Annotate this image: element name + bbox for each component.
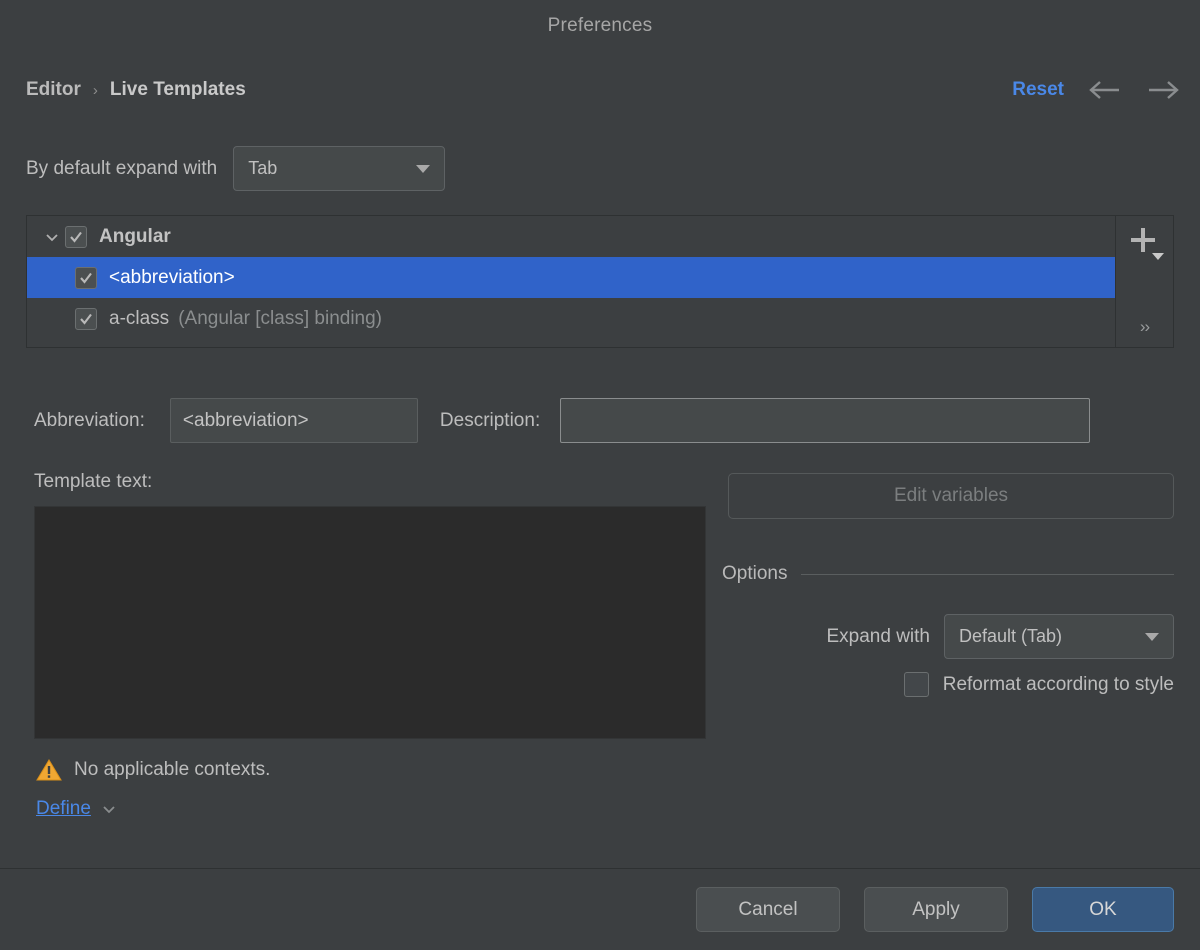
default-expand-select[interactable]: Tab xyxy=(233,146,445,191)
tree-row-label: a-class xyxy=(109,308,169,330)
chevron-down-icon[interactable] xyxy=(39,229,65,245)
reformat-checkbox[interactable] xyxy=(904,672,929,697)
template-text-label: Template text: xyxy=(34,471,152,493)
tree-row-description: (Angular [class] binding) xyxy=(178,308,382,330)
cancel-button[interactable]: Cancel xyxy=(696,887,840,932)
option-expand-with-value: Default (Tab) xyxy=(959,626,1135,647)
tree-row-label: <abbreviation> xyxy=(109,267,235,289)
arrow-left-icon[interactable] xyxy=(1088,73,1122,107)
template-text-editor[interactable] xyxy=(34,506,706,739)
option-expand-with-row: Expand with Default (Tab) xyxy=(722,614,1174,659)
tree-row-checkbox[interactable] xyxy=(75,267,97,289)
abbreviation-input[interactable]: <abbreviation> xyxy=(170,398,418,443)
dialog-title: Preferences xyxy=(548,15,653,37)
tree-row-checkbox[interactable] xyxy=(75,308,97,330)
tree-toolbar: ›› xyxy=(1115,216,1173,347)
abbreviation-description-row: Abbreviation: <abbreviation> Description… xyxy=(34,398,1174,443)
arrow-right-icon[interactable] xyxy=(1146,73,1180,107)
ok-button[interactable]: OK xyxy=(1032,887,1174,932)
define-context-row[interactable]: Define xyxy=(36,798,117,820)
toolbar-overflow-button[interactable]: ›› xyxy=(1140,318,1149,339)
default-expand-value: Tab xyxy=(248,158,406,179)
add-template-button[interactable] xyxy=(1125,226,1165,260)
default-expand-row: By default expand with Tab xyxy=(26,146,445,191)
tree-row-group-angular[interactable]: Angular xyxy=(27,216,1115,257)
breadcrumb-item-live-templates[interactable]: Live Templates xyxy=(110,79,246,101)
plus-icon-stem xyxy=(1141,228,1145,252)
apply-button[interactable]: Apply xyxy=(864,887,1008,932)
chevron-down-icon xyxy=(1145,633,1159,641)
chevron-down-icon[interactable] xyxy=(101,801,117,817)
option-expand-with-select[interactable]: Default (Tab) xyxy=(944,614,1174,659)
context-warning-text: No applicable contexts. xyxy=(74,759,270,781)
abbreviation-value: <abbreviation> xyxy=(183,410,309,432)
chevron-down-icon xyxy=(416,165,430,173)
breadcrumb-separator-icon: › xyxy=(91,82,100,99)
templates-tree[interactable]: Angular <abbreviation> a-class (Angular xyxy=(27,216,1115,347)
tree-row-label: Angular xyxy=(99,226,171,248)
caret-down-icon xyxy=(1152,253,1164,260)
options-section-header: Options xyxy=(722,560,1174,588)
tree-row-checkbox[interactable] xyxy=(65,226,87,248)
abbreviation-label: Abbreviation: xyxy=(34,410,145,432)
options-divider xyxy=(801,574,1174,575)
define-link[interactable]: Define xyxy=(36,798,91,820)
settings-header: Editor › Live Templates Reset xyxy=(0,64,1200,116)
breadcrumb: Editor › Live Templates xyxy=(26,64,246,116)
default-expand-label: By default expand with xyxy=(26,158,217,180)
option-reformat-row[interactable]: Reformat according to style xyxy=(722,672,1174,697)
header-actions: Reset xyxy=(1012,64,1180,116)
dialog-footer: Cancel Apply OK xyxy=(0,869,1200,950)
preferences-dialog: Preferences Editor › Live Templates Rese… xyxy=(0,0,1200,950)
reset-link[interactable]: Reset xyxy=(1012,79,1064,101)
footer-button-group: Cancel Apply OK xyxy=(696,869,1174,950)
option-expand-with-label: Expand with xyxy=(826,626,930,648)
tree-row-a-class[interactable]: a-class (Angular [class] binding) xyxy=(27,298,1115,339)
reformat-label: Reformat according to style xyxy=(943,674,1174,696)
warning-triangle-icon xyxy=(36,758,62,782)
context-warning: No applicable contexts. xyxy=(36,758,270,782)
tree-row-abbreviation[interactable]: <abbreviation> xyxy=(27,257,1115,298)
dialog-titlebar: Preferences xyxy=(0,0,1200,52)
breadcrumb-item-editor[interactable]: Editor xyxy=(26,79,81,101)
description-label: Description: xyxy=(440,410,540,432)
templates-tree-panel: Angular <abbreviation> a-class (Angular xyxy=(26,215,1174,348)
edit-variables-button[interactable]: Edit variables xyxy=(728,473,1174,519)
description-input[interactable] xyxy=(560,398,1090,443)
options-title: Options xyxy=(722,563,787,585)
